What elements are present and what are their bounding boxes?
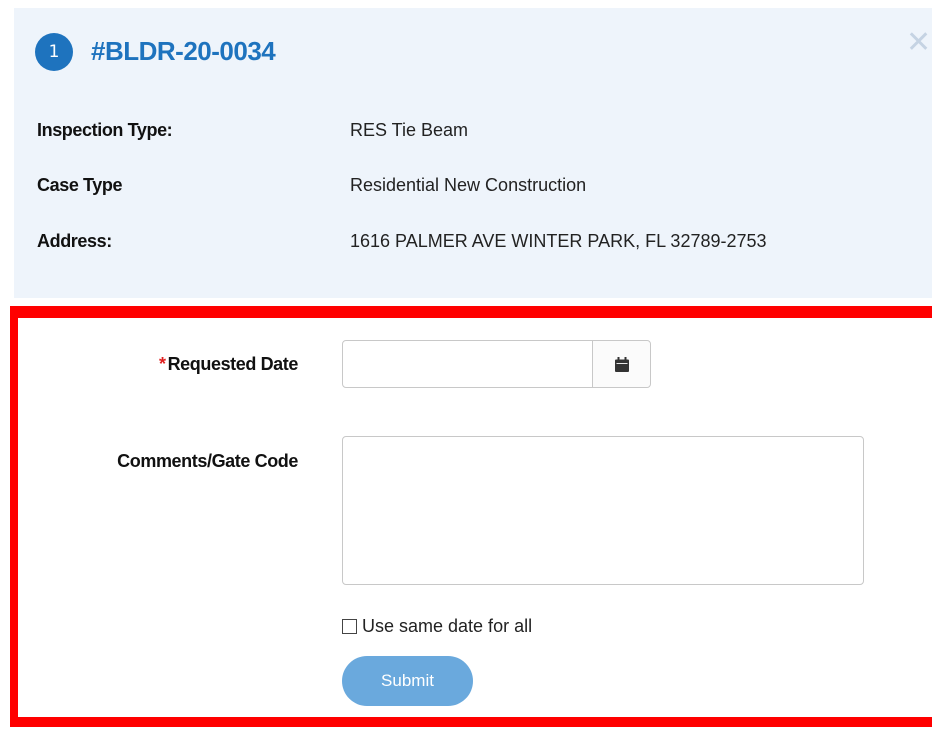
same-date-checkbox[interactable] bbox=[342, 619, 357, 634]
close-icon[interactable]: ✕ bbox=[906, 28, 932, 58]
required-marker: * bbox=[158, 354, 166, 374]
detail-label: Address: bbox=[37, 231, 112, 251]
requested-date-picker bbox=[342, 340, 651, 388]
detail-value: 1616 PALMER AVE WINTER PARK, FL 32789-27… bbox=[350, 231, 767, 251]
requested-date-input[interactable] bbox=[343, 341, 592, 387]
comments-textarea[interactable] bbox=[342, 436, 864, 585]
detail-value: Residential New Construction bbox=[350, 175, 587, 195]
comments-label: Comments/Gate Code bbox=[117, 451, 298, 471]
inspection-request-page: 1 #BLDR-20-0034 ✕ Inspection Type: RES T… bbox=[0, 0, 932, 731]
calendar-button[interactable] bbox=[592, 341, 650, 387]
calendar-icon bbox=[614, 356, 629, 372]
detail-label: Inspection Type: bbox=[37, 120, 173, 140]
requested-date-label-text: Requested Date bbox=[167, 354, 299, 374]
same-date-label: Use same date for all bbox=[362, 616, 533, 636]
case-info-panel: 1 #BLDR-20-0034 ✕ Inspection Type: RES T… bbox=[14, 8, 932, 298]
requested-date-label: * Requested Date bbox=[159, 354, 298, 375]
highlighted-form-section: * Requested Date Comments/Gate Code Use s… bbox=[10, 306, 932, 727]
step-badge: 1 bbox=[35, 33, 73, 71]
case-number-title: #BLDR-20-0034 bbox=[91, 36, 276, 66]
submit-button[interactable]: Submit bbox=[342, 656, 473, 706]
detail-value: RES Tie Beam bbox=[350, 120, 469, 140]
same-date-option[interactable]: Use same date for all bbox=[342, 616, 532, 637]
detail-label: Case Type bbox=[37, 175, 123, 195]
